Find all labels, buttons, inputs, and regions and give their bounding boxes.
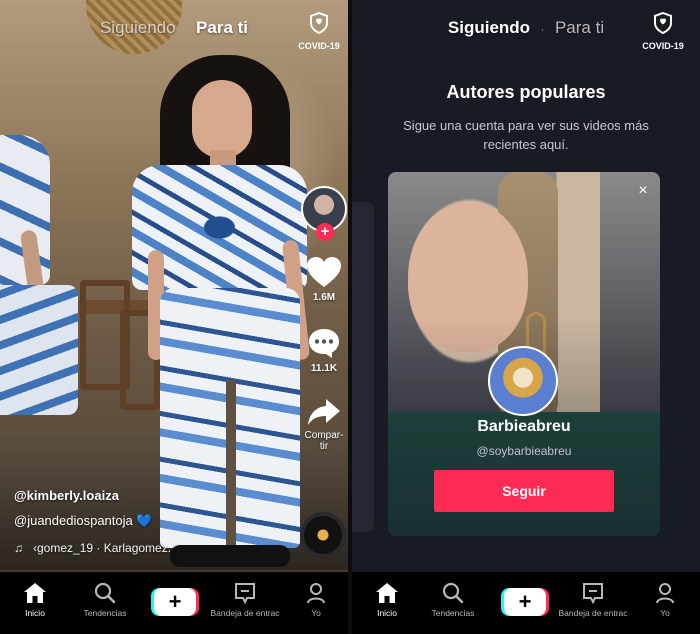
creator-handle: @soybarbieabreu [476, 444, 572, 458]
home-icon [24, 583, 46, 603]
share-button[interactable]: Compar-tir [296, 398, 348, 452]
comment-button[interactable]: 11.1K [296, 327, 348, 374]
for-you-video-screen[interactable]: Siguiendo Para ti COVID-19 + 1.6M 11.1K [0, 0, 348, 634]
video-author[interactable]: @kimberly.loaiza [14, 488, 171, 503]
search-icon [442, 582, 464, 604]
create-button[interactable]: + [501, 588, 549, 616]
nav-home-label: Inicio [377, 608, 397, 618]
side-dancer-shorts [0, 285, 78, 415]
inbox-icon [235, 583, 255, 604]
shield-icon [654, 11, 672, 35]
heart-icon [307, 257, 341, 287]
dancer-shoes [170, 545, 290, 567]
share-icon [308, 399, 340, 425]
nav-inbox-label: Bandeja de entrac [558, 608, 628, 618]
follow-button[interactable]: Seguir [434, 470, 614, 512]
caption-mention-line: @juandediospantoja 💙 [14, 513, 171, 529]
pants-gap [226, 380, 236, 550]
music-title: ‹gomez_19 · Karlagomez. [33, 541, 172, 555]
nav-trends[interactable]: Tendencias [70, 582, 140, 618]
like-count: 1.6M [312, 292, 336, 303]
covid-label: COVID-19 [298, 41, 340, 51]
person-icon [656, 583, 674, 604]
music-disc[interactable] [300, 512, 346, 558]
creator-avatar-button[interactable]: + [301, 186, 347, 241]
nav-me[interactable]: Yo [632, 582, 698, 618]
mention-link[interactable]: @juandediospantoja [14, 513, 133, 528]
popular-creators-title: Autores populares [446, 82, 606, 102]
person-icon [307, 583, 325, 604]
share-label: Compar-tir [304, 430, 344, 452]
tab-for-you[interactable]: Para ti [555, 18, 604, 38]
previous-creator-card[interactable] [352, 202, 374, 532]
popular-creators-subtitle: Sigue una cuenta para ver sus videos más… [403, 118, 649, 152]
nav-home[interactable]: Inicio [352, 582, 422, 618]
covid-button[interactable]: COVID-19 [638, 11, 688, 51]
nav-me-label: Yo [311, 608, 321, 618]
nav-trends[interactable]: Tendencias [418, 582, 488, 618]
nav-home-label: Inicio [25, 608, 45, 618]
nav-inbox-label: Bandeja de entrac [210, 608, 280, 618]
nav-trends-label: Tendencias [83, 608, 127, 618]
action-rail: + 1.6M 11.1K Compar-tir [296, 186, 348, 452]
avatar[interactable] [488, 346, 558, 416]
video-caption: @kimberly.loaiza @juandediospantoja 💙 ♫ ‹… [14, 488, 171, 555]
tab-following[interactable]: Siguiendo [448, 18, 530, 38]
shield-icon [310, 11, 328, 35]
tab-for-you[interactable]: Para ti [196, 18, 248, 38]
close-icon[interactable]: × [634, 182, 652, 200]
covid-label: COVID-19 [642, 41, 684, 51]
music-note-icon: ♫ [14, 541, 23, 555]
nav-inbox[interactable]: Bandeja de entrac [558, 582, 628, 618]
inbox-icon [583, 583, 603, 604]
following-screen: Siguiendo · Para ti COVID-19 Autores pop… [352, 0, 700, 634]
nav-home[interactable]: Inicio [0, 582, 70, 618]
search-icon [94, 582, 116, 604]
bottom-nav: Inicio Tendencias + Bandeja de entrac Yo [352, 572, 700, 634]
home-icon [376, 583, 398, 603]
comment-count: 11.1K [310, 363, 338, 374]
covid-button[interactable]: COVID-19 [294, 11, 344, 51]
nav-me[interactable]: Yo [283, 582, 348, 618]
nav-inbox[interactable]: Bandeja de entrac [210, 582, 280, 618]
bottom-nav: Inicio Tendencias + Bandeja de entrac Yo [0, 572, 348, 634]
heart-emoji: 💙 [136, 513, 153, 528]
like-button[interactable]: 1.6M [296, 256, 348, 303]
plus-icon: + [154, 588, 196, 616]
follow-plus-button[interactable]: + [316, 223, 334, 241]
tab-following[interactable]: Siguiendo [100, 18, 176, 38]
music-line[interactable]: ♫ ‹gomez_19 · Karlagomez. [14, 541, 171, 555]
create-button[interactable]: + [151, 588, 199, 616]
creator-name: Barbieabreu [477, 418, 571, 435]
nav-me-label: Yo [660, 608, 670, 618]
tab-separator: · [540, 22, 545, 36]
creator-card[interactable]: × Barbieabreu @soybarbieabreu Seguir [388, 172, 660, 536]
plus-icon: + [504, 588, 546, 616]
comment-icon [309, 329, 339, 358]
dancer-face [192, 80, 252, 158]
nav-trends-label: Tendencias [431, 608, 475, 618]
